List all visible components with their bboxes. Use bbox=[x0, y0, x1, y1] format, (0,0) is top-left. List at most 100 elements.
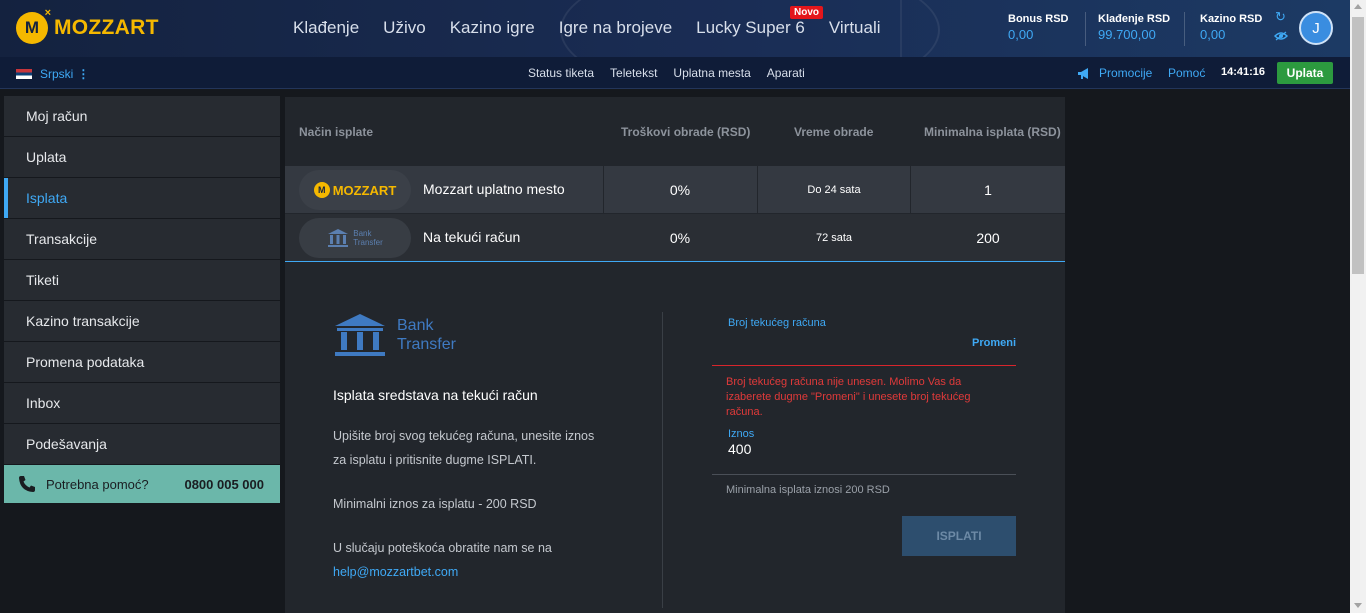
header-time: Vreme obrade bbox=[794, 125, 874, 139]
bonus-balance: Bonus RSD 0,00 bbox=[1008, 13, 1069, 42]
account-field-error-underline[interactable] bbox=[712, 365, 1016, 366]
sidebar-item-inbox[interactable]: Inbox bbox=[4, 383, 280, 423]
bank-transfer-text: Bank Transfer bbox=[397, 316, 456, 354]
bank-icon bbox=[328, 229, 349, 247]
table-row[interactable]: M MOZZART Mozzart uplatno mesto 0% Do 24… bbox=[285, 166, 1065, 213]
support-email-link[interactable]: help@mozzartbet.com bbox=[333, 560, 633, 584]
header-fee: Troškovi obrade (RSD) bbox=[621, 125, 751, 139]
sidebar-item-kazino-transakcije[interactable]: Kazino transakcije bbox=[4, 301, 280, 341]
bonus-balance-label: Bonus RSD bbox=[1008, 13, 1069, 25]
method-name: Mozzart uplatno mesto bbox=[423, 181, 565, 197]
bank-icon bbox=[335, 314, 385, 356]
sidebar-item-tiketi[interactable]: Tiketi bbox=[4, 260, 280, 300]
table-header: Način isplate Troškovi obrade (RSD) Vrem… bbox=[285, 97, 1065, 166]
scroll-down-icon[interactable] bbox=[1354, 603, 1362, 608]
promotions-label: Promocije bbox=[1099, 66, 1153, 80]
method-time: Do 24 sata bbox=[807, 183, 861, 196]
mozzart-mini-logo: M MOZZART bbox=[313, 182, 397, 198]
amount-underline bbox=[712, 474, 1016, 475]
language-label: Srpski bbox=[40, 67, 74, 81]
sidebar-item-promena-podataka[interactable]: Promena podataka bbox=[4, 342, 280, 382]
new-badge: Novo bbox=[790, 6, 823, 19]
casino-balance-value: 0,00 bbox=[1200, 27, 1226, 42]
promotions-link[interactable]: Promocije bbox=[1077, 66, 1152, 80]
language-selector[interactable]: Srpski ⋮ bbox=[16, 67, 89, 81]
link-aparati[interactable]: Aparati bbox=[767, 66, 805, 80]
details-minimum: Minimalni iznos za isplatu - 200 RSD bbox=[333, 497, 537, 511]
sidebar-item-uplata[interactable]: Uplata bbox=[4, 137, 280, 177]
amount-label: Iznos bbox=[728, 428, 755, 440]
bank-transfer-method-logo: Bank Transfer bbox=[299, 218, 411, 258]
bank-transfer-mini-line2: Transfer bbox=[353, 238, 383, 247]
withdraw-button[interactable]: ISPLATI bbox=[902, 516, 1016, 556]
bank-transfer-line1: Bank bbox=[397, 317, 434, 334]
account-number-label: Broj tekućeg računa bbox=[728, 317, 826, 329]
nav-virtuali[interactable]: Virtuali bbox=[829, 18, 881, 38]
instructions-line-1: Upišite broj svog tekućeg računa, unesit… bbox=[333, 429, 595, 443]
betting-balance-label: Klađenje RSD bbox=[1098, 13, 1171, 25]
nav-uzivo[interactable]: Uživo bbox=[383, 18, 426, 38]
details-contact: U slučaju poteškoća obratite nam se na h… bbox=[333, 536, 633, 584]
account-sidebar: Moj račun Uplata Isplata Transakcije Tik… bbox=[4, 96, 280, 503]
mozzart-logo[interactable]: M × MOZZART bbox=[16, 7, 159, 44]
change-account-link[interactable]: Promeni bbox=[972, 337, 1016, 349]
method-time: 72 sata bbox=[815, 231, 853, 244]
amount-input[interactable]: 400 bbox=[728, 441, 751, 457]
casino-balance: Kazino RSD 0,00 bbox=[1200, 13, 1262, 42]
main-nav: Klađenje Uživo Kazino igre Igre na broje… bbox=[293, 18, 905, 38]
instructions-line-2: za isplatu i pritisnite dugme ISPLATI. bbox=[333, 453, 537, 467]
scroll-up-icon[interactable] bbox=[1354, 4, 1362, 9]
nav-lucky-super-6[interactable]: Lucky Super 6 bbox=[696, 18, 805, 38]
scrollbar-thumb[interactable] bbox=[1352, 17, 1364, 274]
method-minimum: 200 bbox=[976, 229, 1000, 246]
sidebar-item-moj-racun[interactable]: Moj račun bbox=[4, 96, 280, 136]
more-vertical-icon: ⋮ bbox=[77, 67, 90, 81]
secondary-bar: Srpski ⋮ Status tiketa Teletekst Uplatna… bbox=[0, 57, 1350, 89]
logo-mark-icon: M × bbox=[16, 7, 51, 44]
table-row[interactable]: Bank Transfer Na tekući račun 0% 72 sata… bbox=[285, 214, 1065, 262]
balance-divider bbox=[1085, 12, 1086, 46]
help-link[interactable]: Pomoć bbox=[1168, 66, 1205, 80]
deposit-button[interactable]: Uplata bbox=[1277, 62, 1333, 84]
bank-transfer-logo: Bank Transfer bbox=[333, 312, 633, 358]
avatar[interactable]: J bbox=[1299, 11, 1333, 45]
sidebar-item-podesavanja[interactable]: Podešavanja bbox=[4, 424, 280, 464]
bank-transfer-mini-logo: Bank Transfer bbox=[327, 228, 383, 248]
details-title: Isplata sredstava na tekući račun bbox=[333, 387, 538, 403]
logo-mark-icon: M bbox=[313, 182, 330, 198]
bank-transfer-mini-text: Bank Transfer bbox=[353, 229, 383, 247]
details-divider bbox=[662, 312, 663, 608]
betting-balance: Klađenje RSD 99.700,00 bbox=[1098, 13, 1170, 42]
bank-transfer-line2: Transfer bbox=[397, 336, 456, 353]
link-uplatna-mesta[interactable]: Uplatna mesta bbox=[673, 66, 750, 80]
mozzart-mini-logo-text: MOZZART bbox=[332, 182, 397, 198]
sidebar-item-isplata[interactable]: Isplata bbox=[4, 178, 280, 218]
secondary-nav: Status tiketa Teletekst Uplatna mesta Ap… bbox=[528, 66, 821, 80]
refresh-icon[interactable]: ↻ bbox=[1275, 10, 1287, 23]
nav-igre-na-brojeve[interactable]: Igre na brojeve bbox=[559, 18, 672, 38]
method-fee: 0% bbox=[669, 181, 691, 198]
bank-transfer-details: Bank Transfer Isplata sredstava na tekuć… bbox=[333, 312, 633, 579]
contact-line: U slučaju poteškoća obratite nam se na bbox=[333, 541, 552, 555]
header-minimum: Minimalna isplata (RSD) bbox=[924, 125, 1061, 139]
help-box[interactable]: Potrebna pomoć? 0800 005 000 bbox=[4, 465, 280, 503]
help-phone[interactable]: 0800 005 000 bbox=[184, 477, 264, 492]
eye-icon[interactable] bbox=[1274, 31, 1288, 41]
betting-balance-value: 99.700,00 bbox=[1098, 27, 1156, 42]
minimum-note: Minimalna isplata iznosi 200 RSD bbox=[726, 484, 890, 496]
balance-divider bbox=[1184, 12, 1185, 46]
top-header: M × MOZZART Klađenje Uživo Kazino igre Ig… bbox=[0, 0, 1350, 57]
sidebar-item-transakcije[interactable]: Transakcije bbox=[4, 219, 280, 259]
nav-kazino-igre[interactable]: Kazino igre bbox=[450, 18, 535, 38]
link-teletekst[interactable]: Teletekst bbox=[610, 66, 657, 80]
details-instructions: Upišite broj svog tekućeg računa, unesit… bbox=[333, 424, 633, 472]
link-status-tiketa[interactable]: Status tiketa bbox=[528, 66, 594, 80]
mozzart-method-logo: M MOZZART bbox=[299, 170, 411, 210]
method-minimum: 1 bbox=[984, 181, 992, 198]
method-fee: 0% bbox=[669, 229, 691, 246]
header-method: Način isplate bbox=[299, 125, 374, 139]
nav-kladjenje[interactable]: Klađenje bbox=[293, 18, 359, 38]
casino-balance-label: Kazino RSD bbox=[1200, 13, 1263, 25]
clock: 14:41:16 bbox=[1221, 66, 1266, 78]
help-label: Potrebna pomoć? bbox=[46, 476, 149, 492]
